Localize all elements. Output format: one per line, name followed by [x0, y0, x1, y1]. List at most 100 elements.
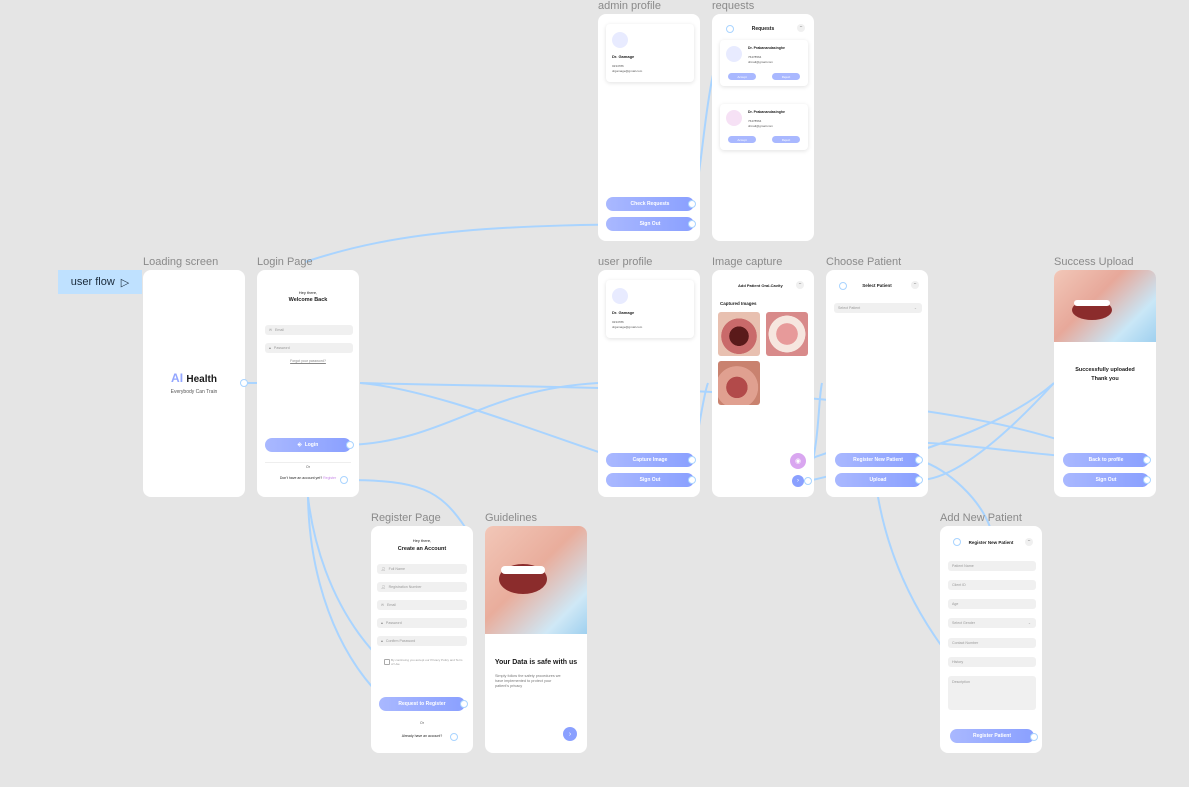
next-arrow-icon[interactable]: ›: [563, 727, 577, 741]
registration-number-placeholder: Registration Number: [388, 585, 422, 589]
admin-name: Dr. Gamage: [612, 54, 635, 59]
description-field[interactable]: Description: [948, 676, 1036, 710]
connector-handle[interactable]: [726, 25, 734, 33]
play-icon: ▷: [120, 276, 130, 289]
terms-checkbox[interactable]: [384, 659, 390, 665]
admin-sign-out-button[interactable]: Sign Out: [606, 217, 694, 231]
user-profile-frame[interactable]: Dr. Gamage 0234786 drgamage@gmail.com Ca…: [598, 270, 700, 497]
connector-handle[interactable]: [460, 700, 468, 708]
oral-photo-3[interactable]: [718, 361, 760, 405]
admin-email: drgamage@gmail.com: [612, 69, 643, 73]
user-flow-badge[interactable]: user flow ▷: [58, 270, 142, 294]
accept-button[interactable]: Accept: [728, 73, 756, 80]
select-patient-dropdown[interactable]: Select Patient ⌄: [834, 303, 922, 313]
contact-number-field[interactable]: Contact Number: [948, 638, 1036, 648]
connector-handle[interactable]: [688, 200, 696, 208]
user-flow-label: user flow: [70, 276, 115, 288]
connector-handle[interactable]: [915, 456, 923, 464]
connector-handle[interactable]: [915, 476, 923, 484]
success-sign-out-button[interactable]: Sign Out: [1063, 473, 1149, 487]
add-new-patient-frame[interactable]: Register New Patient ·· Patient Name Cli…: [940, 526, 1042, 753]
user-sign-out-button[interactable]: Sign Out: [606, 473, 694, 487]
back-to-profile-button[interactable]: Back to profile: [1063, 453, 1149, 467]
guidelines-body: Simply follow the safety procedures we h…: [495, 674, 561, 688]
more-icon[interactable]: ··: [1025, 538, 1033, 546]
login-page-frame[interactable]: Hey there, Welcome Back ✉ Email 🔒︎ Passwor…: [257, 270, 359, 497]
more-icon[interactable]: ··: [796, 281, 804, 289]
connector-handle[interactable]: [1143, 456, 1151, 464]
connector-handle[interactable]: [688, 456, 696, 464]
connector-handle[interactable]: [240, 379, 248, 387]
upload-button[interactable]: Upload: [835, 473, 921, 487]
reject-button[interactable]: Reject: [772, 73, 800, 80]
login-icon: ⎆: [297, 442, 302, 448]
camera-icon[interactable]: ◉: [790, 453, 806, 469]
user-name: Dr. Gamage: [612, 310, 635, 315]
capture-image-button[interactable]: Capture Image: [606, 453, 694, 467]
age-field[interactable]: Age: [948, 599, 1036, 609]
connector-handle[interactable]: [340, 476, 348, 484]
request-phone: 76478564: [748, 119, 762, 123]
registration-number-field[interactable]: 👤︎ Registration Number: [377, 582, 467, 592]
confirm-password-placeholder: Confirm Password: [385, 639, 416, 643]
user-profile-card: Dr. Gamage 0234786 drgamage@gmail.com: [606, 280, 694, 338]
register-email-field[interactable]: ✉ Email: [377, 600, 467, 610]
user-phone: 0234786: [612, 320, 624, 324]
frame-label-login: Login Page: [257, 256, 313, 268]
oral-photo-1[interactable]: [718, 312, 760, 356]
register-password-field[interactable]: 🔒︎ Password: [377, 618, 467, 628]
client-id-field[interactable]: Client ID: [948, 580, 1036, 590]
success-upload-frame[interactable]: Successfully uploaded Thank you Back to …: [1054, 270, 1156, 497]
frame-label-success: Success Upload: [1054, 256, 1134, 268]
user-email: drgamage@gmail.com: [612, 325, 643, 329]
user-icon: 👤︎: [381, 585, 386, 589]
connector-handle[interactable]: [1143, 476, 1151, 484]
more-icon[interactable]: ··: [911, 281, 919, 289]
connector-handle[interactable]: [688, 476, 696, 484]
patient-name-field[interactable]: Patient Name: [948, 561, 1036, 571]
connector-handle[interactable]: [804, 477, 812, 485]
oral-photo-2[interactable]: [766, 312, 808, 356]
register-patient-button[interactable]: Register Patient: [950, 729, 1034, 743]
register-link[interactable]: Register: [323, 476, 336, 480]
success-line-2: Thank you: [1091, 376, 1119, 382]
chevron-down-icon: ⌄: [913, 306, 917, 310]
request-card-2: Dr. Prabanandasinghe 76478564 drmail@gma…: [720, 104, 808, 150]
connector-handle[interactable]: [450, 733, 458, 741]
image-capture-frame[interactable]: Add Patient Oral-Cavity ·· Captured Imag…: [712, 270, 814, 497]
loading-screen-frame[interactable]: AI Health Everybody Can Train: [143, 270, 245, 497]
confirm-password-field[interactable]: 🔒︎ Confirm Password: [377, 636, 467, 646]
admin-profile-frame[interactable]: Dr. Gamage 0234786 drgamage@gmail.com Ch…: [598, 14, 700, 241]
frame-label-image-capture: Image capture: [712, 256, 783, 268]
email-field[interactable]: ✉ Email: [265, 325, 353, 335]
connector-handle[interactable]: [688, 220, 696, 228]
reject-button[interactable]: Reject: [772, 136, 800, 143]
choose-patient-frame[interactable]: Select Patient ·· Select Patient ⌄ Regist…: [826, 270, 928, 497]
forgot-password-link[interactable]: Forgot your password?: [257, 359, 359, 363]
brand-health: Health: [186, 374, 217, 385]
frame-label-requests: requests: [712, 0, 755, 12]
accept-button[interactable]: Accept: [728, 136, 756, 143]
next-arrow-icon[interactable]: ›: [792, 475, 804, 487]
request-email: drmail@gmail.com: [748, 60, 773, 64]
more-icon[interactable]: ··: [797, 24, 805, 32]
register-page-frame[interactable]: Hey there, Create an Account 👤︎ Full Name…: [371, 526, 473, 753]
connector-handle[interactable]: [839, 282, 847, 290]
captured-images-heading: Captured Images: [720, 301, 757, 306]
history-field[interactable]: History: [948, 657, 1036, 667]
request-to-register-button[interactable]: Request to Register: [379, 697, 465, 711]
check-requests-button[interactable]: Check Requests: [606, 197, 694, 211]
guidelines-frame[interactable]: Your Data is safe with us Simply follow …: [485, 526, 587, 753]
connector-handle[interactable]: [346, 441, 354, 449]
lock-icon: 🔒︎: [269, 346, 271, 350]
connector-handle[interactable]: [953, 538, 961, 546]
connector-handle[interactable]: [1030, 733, 1038, 741]
full-name-field[interactable]: 👤︎ Full Name: [377, 564, 467, 574]
brand-ai: AI: [171, 371, 184, 385]
register-new-patient-button[interactable]: Register New Patient: [835, 453, 921, 467]
gender-dropdown[interactable]: Select Gender ⌄: [948, 618, 1036, 628]
password-field[interactable]: 🔒︎ Password: [265, 343, 353, 353]
login-button[interactable]: ⎆ Login: [265, 438, 351, 452]
requests-frame[interactable]: Requests ·· Dr. Prabanandasinghe 7647856…: [712, 14, 814, 241]
register-email-placeholder: Email: [387, 603, 397, 607]
